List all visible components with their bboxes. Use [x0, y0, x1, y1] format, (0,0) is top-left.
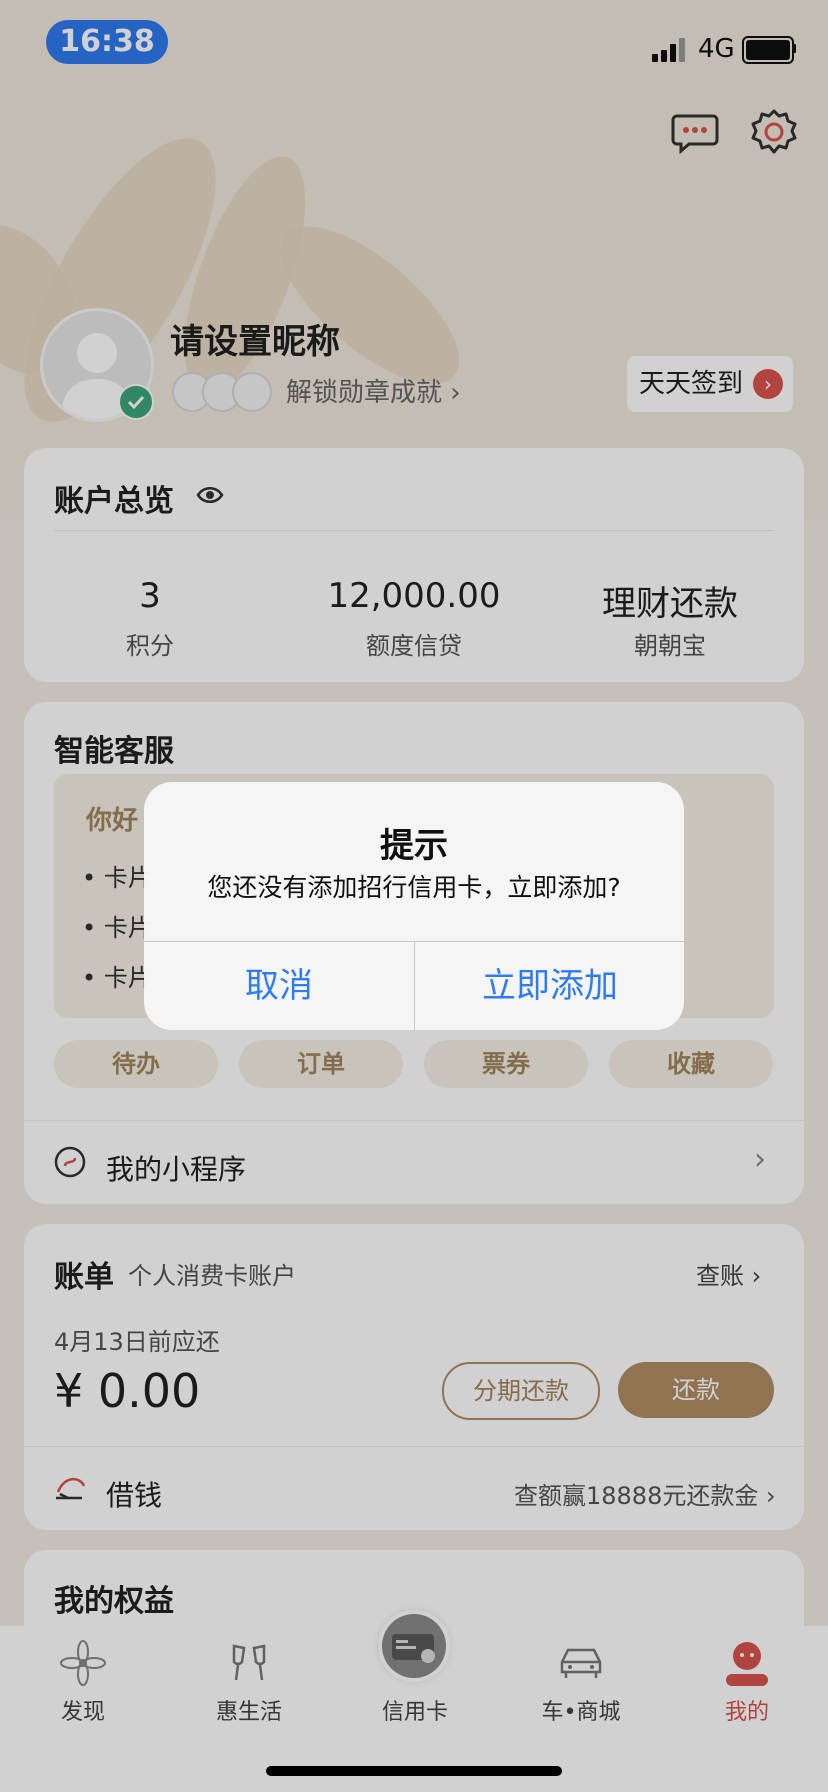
- add-now-button[interactable]: 立即添加: [415, 942, 684, 1030]
- dialog-message: 您还没有添加招行信用卡，立即添加?: [207, 873, 621, 902]
- alert-dialog: 提示 您还没有添加招行信用卡，立即添加? 取消 立即添加: [144, 782, 684, 1030]
- dialog-title: 提示: [380, 826, 448, 866]
- cancel-button[interactable]: 取消: [144, 942, 414, 1030]
